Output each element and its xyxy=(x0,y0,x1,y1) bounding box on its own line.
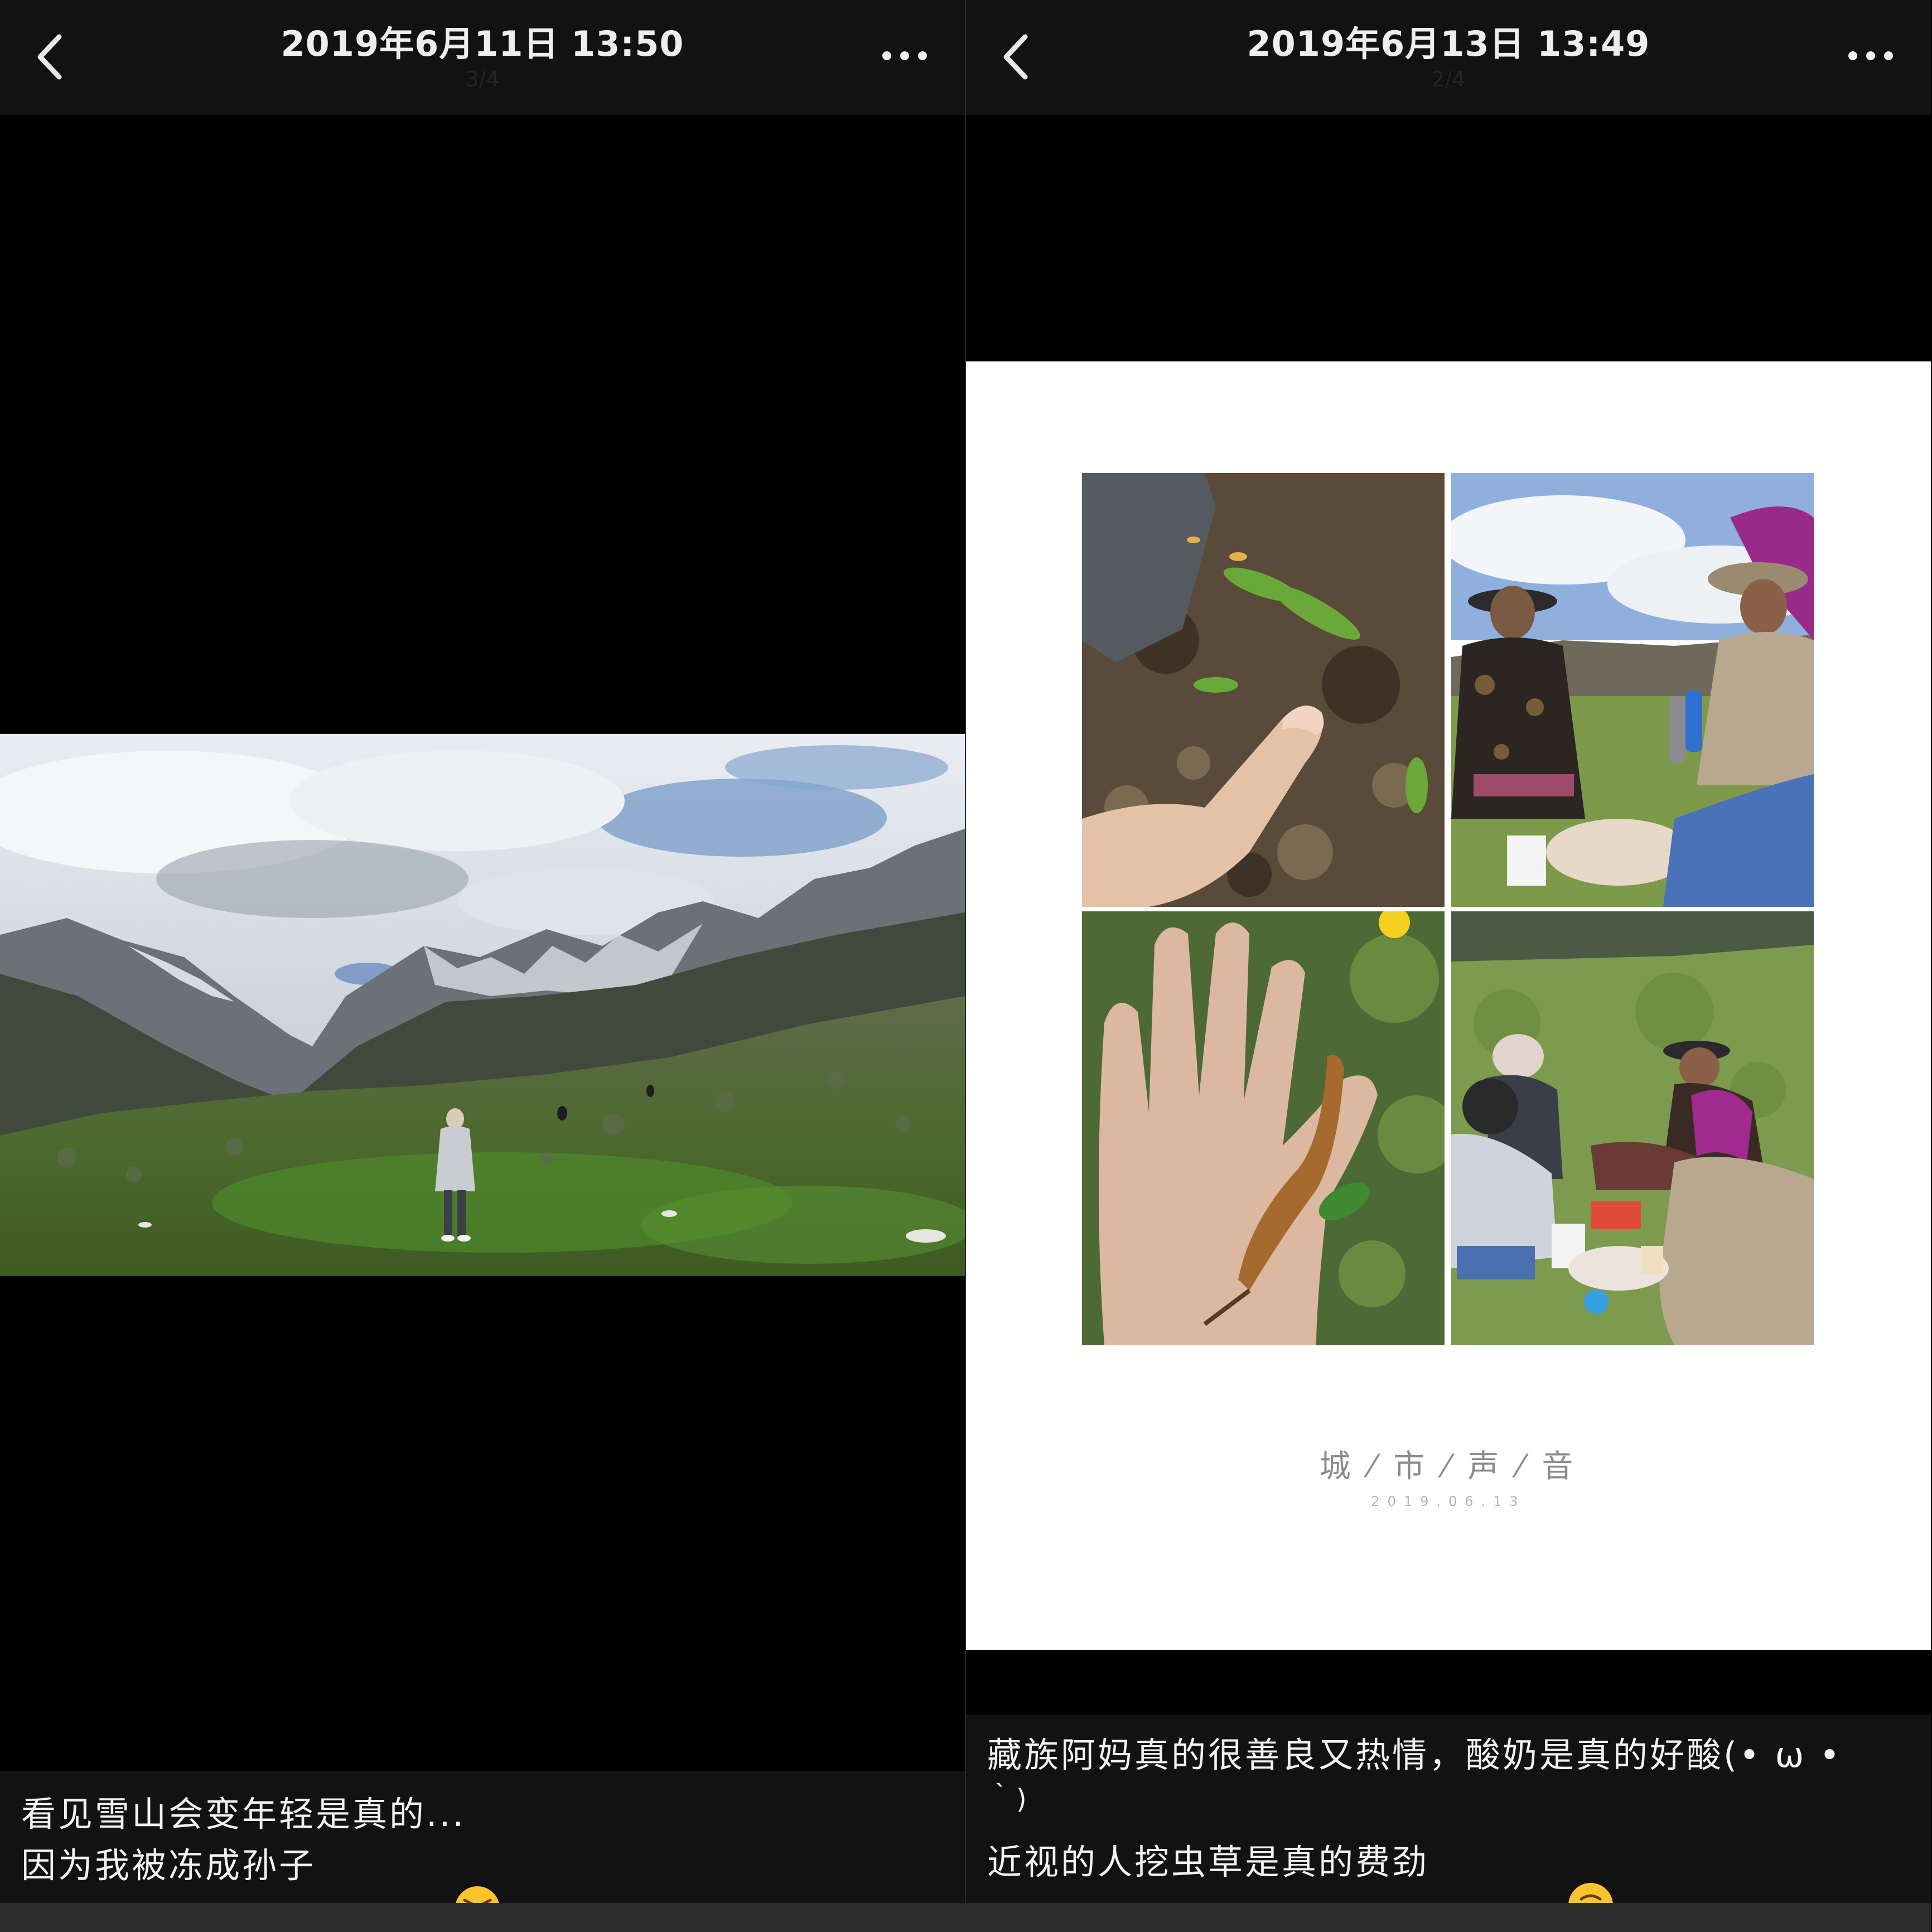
viewer-header: 2019年6月13日 13:49 2/4 xyxy=(966,0,1931,115)
photo-collage xyxy=(1082,473,1814,1345)
bottom-strip xyxy=(966,1903,1931,1932)
collage-tile-hand xyxy=(1082,911,1445,1345)
caption-line-1: 看见雪山会变年轻是真的... xyxy=(21,1794,466,1834)
viewer-header: 2019年6月11日 13:50 3/4 xyxy=(0,0,965,115)
caption-line-3-text: 近视的人挖虫草是真的费劲 xyxy=(987,1842,1429,1882)
card-date: 2019.06.13 xyxy=(1371,1494,1526,1509)
post-date-title: 2019年6月13日 13:49 xyxy=(1247,23,1650,64)
collage-tile-picnic xyxy=(1451,911,1814,1345)
caption-line-1: 藏族阿妈真的很善良又热情，酸奶是真的好酸(• ω • xyxy=(987,1735,1842,1775)
more-options-button[interactable] xyxy=(1843,39,1899,73)
mountain-landscape-image xyxy=(0,734,965,1276)
collage-tile-women xyxy=(1451,473,1814,907)
collage-photo[interactable]: 城 ⁄ 市 ⁄ 声 ⁄ 音 2019.06.13 xyxy=(966,361,1931,1650)
screenshot-root: 2019年6月11日 13:50 3/4 看见雪山会变年轻是真的... 因为我被… xyxy=(0,0,1932,1932)
caption-line-2: ｀) xyxy=(987,1784,1029,1815)
upside-down-face-emoji-icon xyxy=(1433,1839,1614,1928)
right-photo-viewer: 2019年6月13日 13:49 2/4 城 ⁄ 市 ⁄ 声 ⁄ 音 2019.… xyxy=(966,0,1931,1932)
squinting-tongue-emoji-icon xyxy=(320,1843,500,1931)
post-date-title: 2019年6月11日 13:50 xyxy=(281,23,684,64)
mountain-photo[interactable] xyxy=(0,734,965,1276)
post-caption: 藏族阿妈真的很善良又热情，酸奶是真的好酸(• ω • ｀) 近视的人挖虫草是真的… xyxy=(966,1714,1931,1928)
post-caption: 看见雪山会变年轻是真的... 因为我被冻成孙子 xyxy=(0,1771,965,1931)
photo-counter: 2/4 xyxy=(1431,67,1466,91)
collage-tile-ground xyxy=(1082,473,1445,907)
photo-counter: 3/4 xyxy=(465,67,500,91)
caption-line-2-text: 因为我被冻成孙子 xyxy=(21,1845,316,1886)
caption-line-3: 近视的人挖虫草是真的费劲 xyxy=(987,1834,1614,1928)
card-heading: 城 ⁄ 市 ⁄ 声 ⁄ 音 xyxy=(1319,1448,1578,1485)
left-photo-viewer: 2019年6月11日 13:50 3/4 看见雪山会变年轻是真的... 因为我被… xyxy=(0,0,965,1932)
more-dots-icon xyxy=(1848,51,1893,60)
more-dots-icon xyxy=(882,51,927,60)
caption-line-2: 因为我被冻成孙子 xyxy=(21,1837,500,1931)
bottom-strip xyxy=(0,1903,965,1932)
more-options-button[interactable] xyxy=(877,39,933,73)
